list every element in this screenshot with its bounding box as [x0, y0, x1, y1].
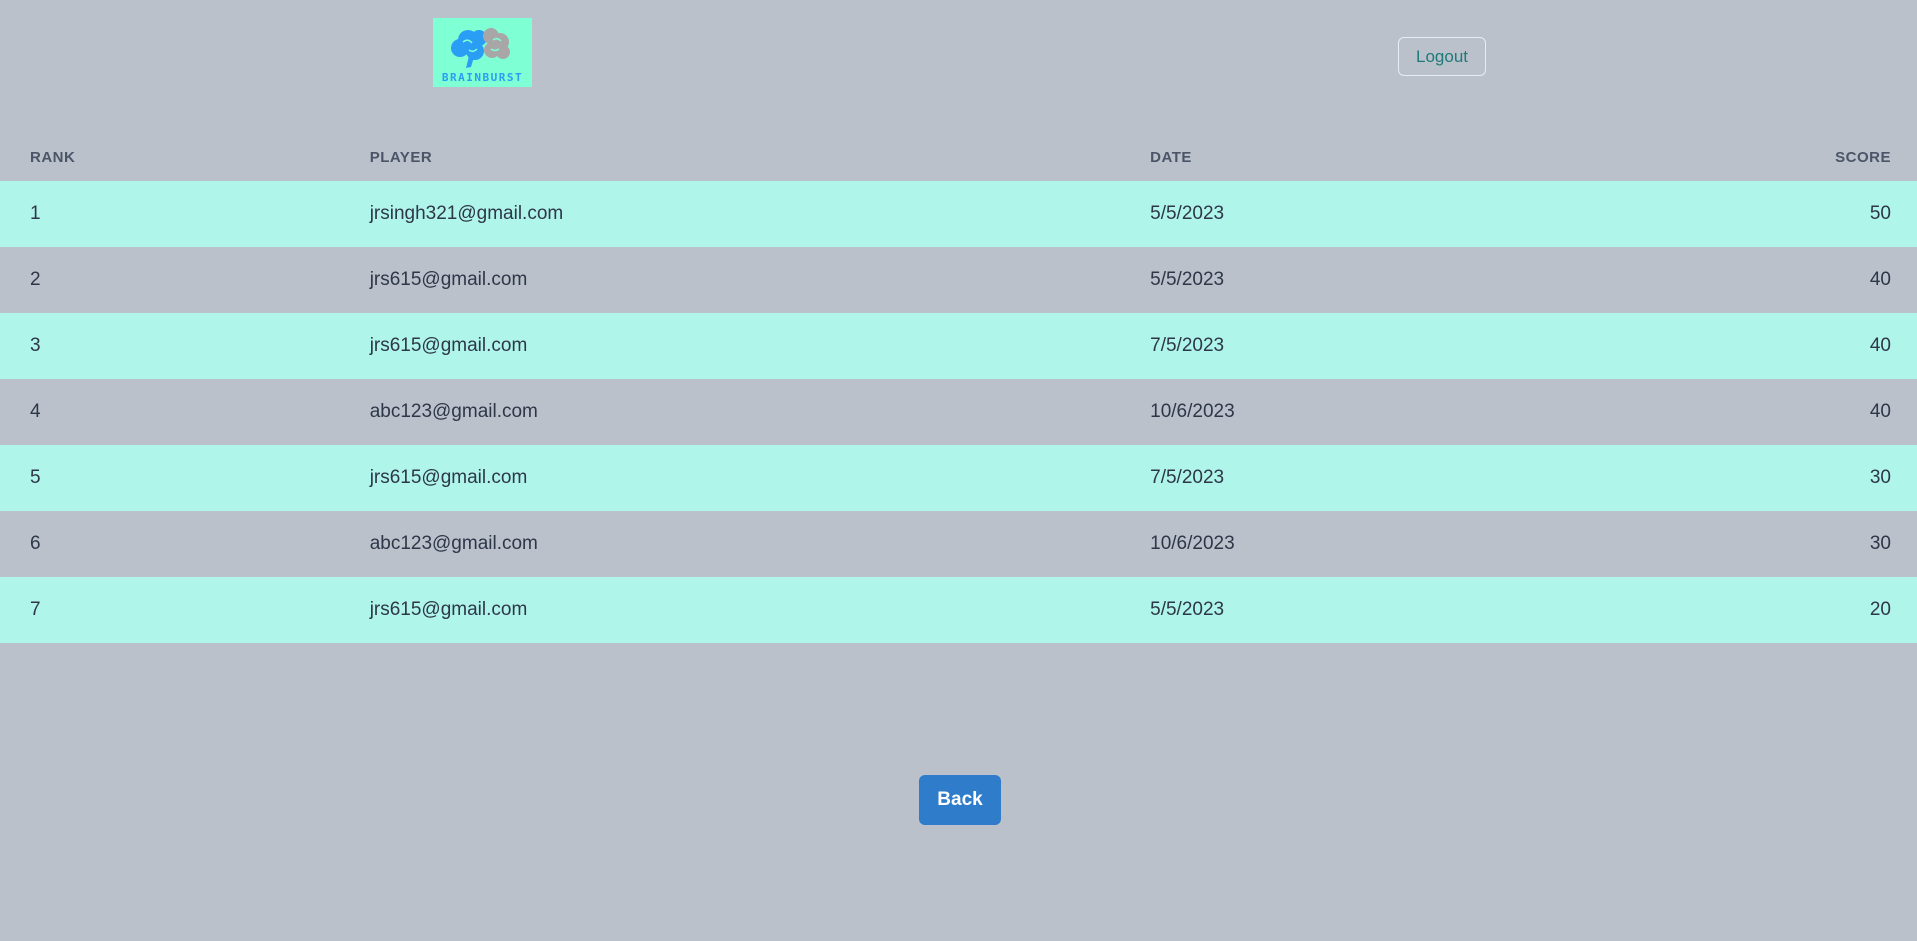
date-cell: 7/5/2023 — [1150, 313, 1836, 379]
score-cell: 40 — [1835, 247, 1917, 313]
column-header-date: DATE — [1150, 149, 1192, 166]
table-row: 6 abc123@gmail.com 10/6/2023 30 — [0, 511, 1917, 577]
column-header-player: PLAYER — [369, 149, 433, 166]
date-cell: 5/5/2023 — [1150, 247, 1836, 313]
rank-cell: 2 — [0, 247, 370, 313]
date-cell: 7/5/2023 — [1150, 445, 1836, 511]
back-button[interactable]: Back — [919, 775, 1001, 825]
logo-wordmark: BRAINBURST — [441, 71, 524, 84]
table-row: 7 jrs615@gmail.com 5/5/2023 20 — [0, 577, 1917, 643]
rank-cell: 6 — [0, 511, 370, 577]
score-cell: 20 — [1835, 577, 1917, 643]
date-cell: 10/6/2023 — [1150, 511, 1836, 577]
leaderboard-table: RANK PLAYER DATE SCORE 1 jrsingh321@gmai… — [0, 134, 1917, 643]
date-cell: 5/5/2023 — [1150, 181, 1836, 247]
brain-icon — [451, 28, 510, 68]
column-header-rank: RANK — [30, 149, 76, 166]
score-cell: 30 — [1835, 511, 1917, 577]
brainburst-logo: BRAINBURST — [433, 18, 532, 87]
rank-cell: 7 — [0, 577, 370, 643]
player-cell: jrs615@gmail.com — [369, 247, 1151, 313]
logout-button[interactable]: Logout — [1398, 37, 1486, 76]
table-row: 3 jrs615@gmail.com 7/5/2023 40 — [0, 313, 1917, 379]
rank-cell: 3 — [0, 313, 370, 379]
player-cell: abc123@gmail.com — [369, 379, 1151, 445]
column-header-score: SCORE — [1835, 149, 1891, 166]
date-cell: 10/6/2023 — [1150, 379, 1836, 445]
table-header-row: RANK PLAYER DATE SCORE — [0, 134, 1917, 181]
player-cell: abc123@gmail.com — [369, 511, 1151, 577]
player-cell: jrs615@gmail.com — [369, 445, 1151, 511]
rank-cell: 1 — [0, 181, 370, 247]
score-cell: 50 — [1835, 181, 1917, 247]
score-cell: 40 — [1835, 379, 1917, 445]
header: BRAINBURST Logout — [0, 0, 1917, 120]
rank-cell: 5 — [0, 445, 370, 511]
table-row: 2 jrs615@gmail.com 5/5/2023 40 — [0, 247, 1917, 313]
table-row: 1 jrsingh321@gmail.com 5/5/2023 50 — [0, 181, 1917, 247]
table-row: 4 abc123@gmail.com 10/6/2023 40 — [0, 379, 1917, 445]
score-cell: 30 — [1835, 445, 1917, 511]
table-row: 5 jrs615@gmail.com 7/5/2023 30 — [0, 445, 1917, 511]
score-cell: 40 — [1835, 313, 1917, 379]
player-cell: jrsingh321@gmail.com — [369, 181, 1151, 247]
player-cell: jrs615@gmail.com — [369, 577, 1151, 643]
rank-cell: 4 — [0, 379, 370, 445]
player-cell: jrs615@gmail.com — [369, 313, 1151, 379]
date-cell: 5/5/2023 — [1150, 577, 1836, 643]
